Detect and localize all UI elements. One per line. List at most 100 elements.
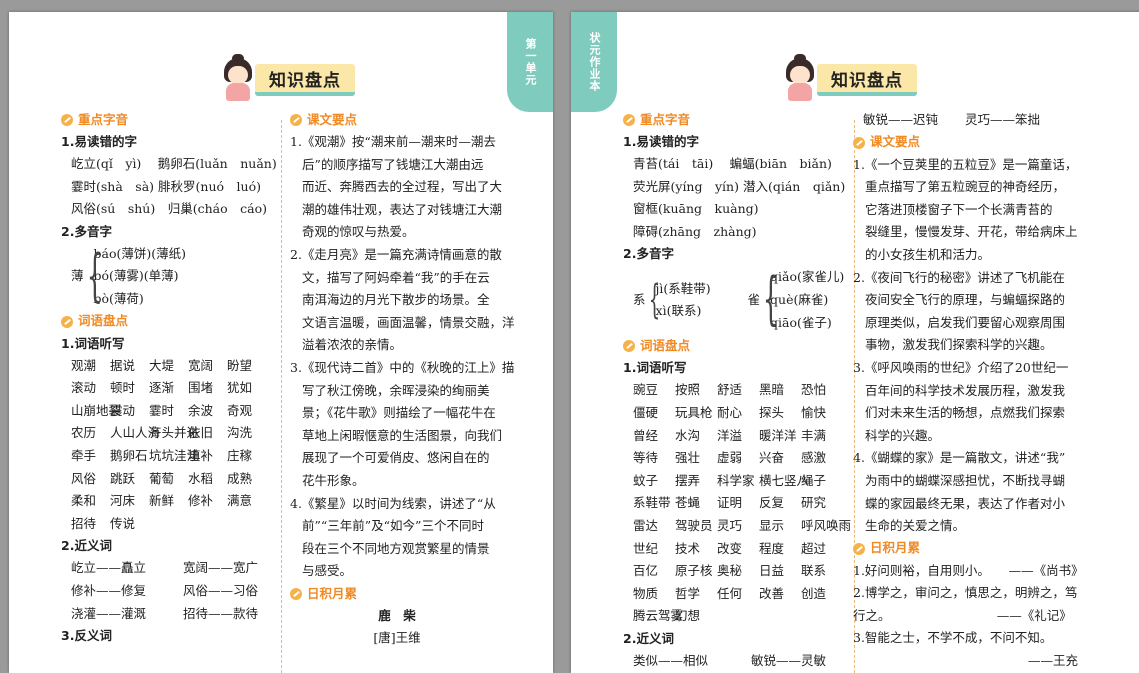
dictation-word: 科学家 — [717, 472, 755, 488]
quote-line: 2.博学之，审问之，慎思之，明辨之，笃 — [853, 585, 1078, 601]
key-point-line: 裂缝里，慢慢发芽、开花，带给病床上 — [865, 224, 1078, 240]
pron-line: 霎时(shà sà) 腓秋罗(nuó luó) — [71, 178, 261, 194]
key-point-line: 潮的雄伟壮观，表达了对钱塘江大潮 — [302, 201, 503, 217]
subheading: 2.近义词 — [61, 538, 112, 554]
dictation-word: 逐渐 — [149, 380, 175, 396]
polyphone-char: 薄 — [71, 268, 84, 284]
left-column-1: 重点字音 1.易读错的字 屹立(qǐ yì) 鹅卵石(luǎn nuǎn) 霎时… — [61, 109, 277, 647]
pron-line: 青苔(tái tāi) 蝙蝠(biān biǎn) — [633, 156, 832, 171]
key-point-line: 它落进顶楼窗子下一个长满青苔的 — [865, 201, 1053, 217]
girl-mascot-icon — [783, 54, 817, 102]
subheading: 2.多音字 — [623, 246, 674, 262]
key-point: 1.《观潮》按“潮来前—潮来时—潮去 后”的顺序描写了钱塘江大潮由远 而近、奔腾西去… — [290, 131, 504, 244]
dictation-word: 黑暗 — [759, 382, 785, 398]
dictation-word: 风俗 — [71, 470, 97, 486]
polyphone-group: 系 { jì(系鞋带) xì(联系) 雀 { qiǎo(家雀儿) què(麻雀)… — [623, 265, 848, 335]
dictation-word: 犹如 — [227, 380, 253, 396]
polyphone-char: 雀 — [747, 292, 761, 308]
dictation-word: 奇观 — [227, 402, 253, 418]
key-point-line: 的小女孩生机和活力。 — [865, 246, 991, 262]
dictation-word: 探头 — [759, 404, 785, 420]
pron-line: 屹立(qǐ yì) 鹅卵石(luǎn nuǎn) — [71, 156, 277, 171]
quotes: 1.好问则裕，自用则小。 ——《尚书》 2.博学之，审问之，慎思之，明辨之，笃 行之… — [853, 560, 1084, 673]
dictation-word: 兴奋 — [759, 450, 785, 466]
key-point: 2.《走月亮》是一篇充满诗情画意的散 文，描写了阿妈牵着“我”的手在云 南洱海边的月… — [290, 244, 515, 357]
dictation-word: 牵手 — [71, 447, 97, 463]
dictation-word: 改变 — [717, 540, 743, 556]
dictation-word: 玩具枪 — [675, 404, 713, 420]
dictation-word: 招待 — [71, 515, 97, 531]
key-point-line: 展现了一个可爱俏皮、悠闲自在的 — [302, 450, 490, 466]
dictation-word: 按照 — [675, 382, 701, 398]
dictation-word: 据说 — [110, 357, 136, 373]
dictation-word: 世纪 — [633, 540, 659, 556]
dictation-word: 等待 — [633, 450, 659, 466]
pencil-icon — [290, 587, 302, 600]
dictation-word: 改善 — [759, 585, 785, 601]
key-point-line: 1.《一个豆荚里的五粒豆》是一篇童话， — [853, 156, 1078, 172]
key-point-line: 溢着浓浓的亲情。 — [302, 337, 403, 353]
pencil-icon — [623, 340, 635, 353]
synonym-pair: 修补——修复 — [71, 582, 147, 598]
dictation-word: 山崩地裂 — [71, 402, 122, 418]
pencil-icon — [623, 114, 635, 126]
dictation-word: 强壮 — [675, 450, 701, 466]
dictation-word: 柔和 — [71, 493, 97, 509]
dictation-word: 滚动 — [71, 380, 97, 396]
dictation-word: 顿时 — [110, 380, 136, 396]
dictation-word: 填补 — [188, 447, 214, 463]
dictation-word: 呼风唤雨 — [801, 517, 852, 533]
dictation-word: 舒适 — [717, 382, 743, 398]
dictation-word: 余波 — [188, 402, 214, 418]
polyphone-reading: bò(薄荷) — [93, 290, 144, 306]
right-page: 状元作业本 知识盘点 重点字音 1.易读错的字 青苔(tái tāi) 蝙蝠(b… — [571, 12, 1139, 673]
dictation-word: 洋溢 — [717, 427, 743, 443]
pron-line: 风俗(sú shú) 归巢(cháo cáo) — [71, 201, 267, 217]
section-heading: 重点字音 — [61, 109, 277, 131]
dictation-word: 依旧 — [188, 425, 214, 441]
quote-line: ——王充 — [853, 653, 1079, 669]
dictation-word: 反复 — [759, 495, 785, 511]
key-point: 2.《夜间飞行的秘密》讲述了飞机能在 夜间安全飞行的原理，与蝙蝠探路的 原理类似，启… — [853, 267, 1069, 357]
dictation-word: 绳子 — [801, 472, 827, 488]
key-point-line: 南洱海边的月光下散步的场景。全 — [302, 292, 490, 308]
word-grid: 豌豆 按照 舒适 黑暗 恐怕 僵硬 玩具枪 耐心 探头 愉快 曾经 水沟 洋溢 暖洋洋 丰满 等待 强壮 虚弱 兴奋… — [623, 379, 852, 628]
dictation-word: 震动 — [110, 402, 136, 418]
quote-line: 3.智能之士，不学不成，不问不知。 — [853, 630, 1053, 646]
section-heading: 日积月累 — [853, 538, 1069, 560]
key-point: 3.《现代诗二首》中的《秋晚的江上》描 写了秋江傍晚，余晖浸染的绚丽美 景；《花牛歌… — [290, 357, 514, 493]
dictation-word: 水沟 — [675, 427, 701, 443]
key-point-line: 草地上闲暇惬意的生活图景，向我们 — [302, 427, 503, 443]
dictation-word: 丰满 — [801, 427, 827, 443]
dictation-word: 霎时 — [149, 402, 175, 418]
dictation-word: 哲学 — [675, 585, 701, 601]
dictation-word: 驾驶员 — [675, 517, 713, 533]
key-point: 4.《蝴蝶的家》是一篇散文，讲述“我” 为雨中的蝴蝶深感担忧，不断找寻蝴 蝶的家园最… — [853, 447, 1069, 537]
key-point-line: 景；《花牛歌》则描绘了一幅花牛在 — [302, 405, 496, 421]
dictation-word: 耐心 — [717, 404, 743, 420]
synonym-grid: 屹立——矗立 宽阔——宽广 修补——修复 风俗——习俗 浇灌——灌溉 招待——款… — [61, 557, 277, 625]
subheading: 3.反义词 — [61, 628, 112, 644]
unit-tab: 第一单元 — [507, 12, 553, 112]
word-grid: 观潮 据说 大堤 宽阔 盼望 滚动 顿时 逐渐 围堵 犹如 山崩地裂 震动 霎时 余波 奇观 农历 人山人海 齐头… — [61, 355, 277, 536]
dictation-word: 水稻 — [188, 470, 214, 486]
subheading: 1.词语听写 — [623, 360, 687, 376]
dictation-word: 修补 — [188, 493, 214, 509]
key-point: 3.《呼风唤雨的世纪》介绍了20世纪一 百年间的科学技术发展历程，激发我 们对未来生… — [853, 357, 1069, 447]
key-point-line: 后”的顺序描写了钱塘江大潮由远 — [302, 156, 484, 172]
section-heading: 课文要点 — [290, 109, 504, 131]
brace-icon: { — [86, 243, 103, 309]
key-point-line: 们对未来生活的畅想，点燃我们探索 — [865, 405, 1066, 421]
section-heading: 词语盘点 — [623, 335, 848, 357]
key-point-line: 4.《繁星》以时间为线索，讲述了“从 — [290, 495, 496, 511]
key-point-line: 文，描写了阿妈牵着“我”的手在云 — [302, 269, 490, 285]
brace-icon: { — [762, 267, 779, 333]
dictation-word: 大堤 — [149, 357, 175, 373]
synonym-pair: 敏锐——灵敏 — [751, 652, 827, 668]
polyphone-reading: qiǎo(家雀儿) — [770, 269, 845, 285]
key-points: 1.《观潮》按“潮来前—潮来时—潮去 后”的顺序描写了钱塘江大潮由远 而近、奔腾西去… — [290, 131, 515, 583]
section-heading: 课文要点 — [853, 132, 1069, 154]
dictation-word: 宽阔 — [188, 357, 214, 373]
dictation-word: 鹅卵石 — [110, 447, 148, 463]
pron-line: 障碍(zhāng zhàng) — [633, 223, 757, 239]
